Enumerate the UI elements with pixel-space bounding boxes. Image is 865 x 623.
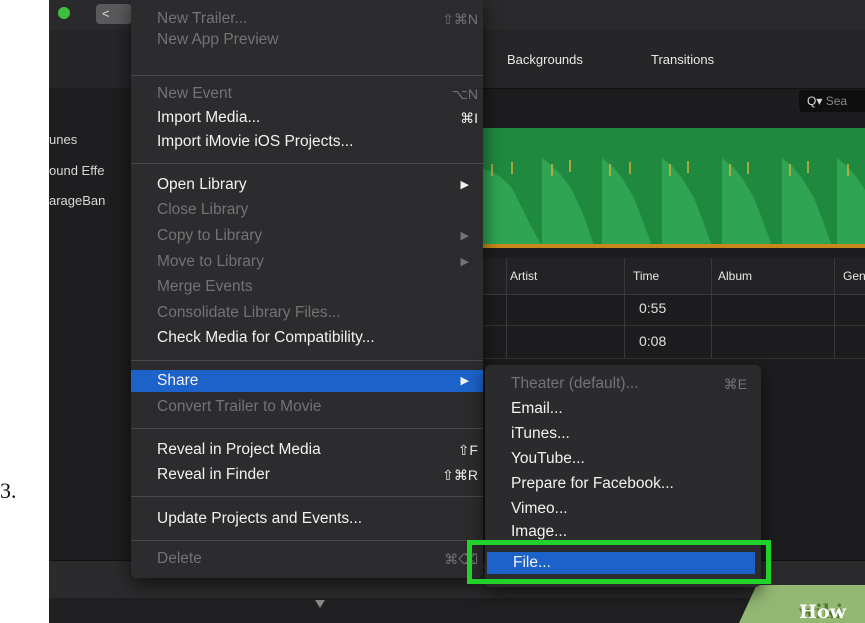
menu-item-close-library[interactable]: Close Library xyxy=(131,199,483,221)
row-divider xyxy=(482,325,865,326)
menu-separator xyxy=(131,496,483,497)
row-divider xyxy=(482,358,865,359)
menu-item-merge-events[interactable]: Merge Events xyxy=(131,276,483,298)
menu-item-new-app-preview[interactable]: New App Preview xyxy=(131,29,483,51)
table-cell-time: 0:55 xyxy=(639,300,667,316)
column-divider xyxy=(834,258,835,358)
column-header-time[interactable]: Time xyxy=(633,269,659,283)
playhead-marker[interactable] xyxy=(315,600,325,608)
search-icon: Q▾ xyxy=(807,94,823,108)
search-input[interactable]: Q▾ Sea xyxy=(799,90,865,112)
file-menu: New Trailer... ⇧⌘N New App Preview New Ev… xyxy=(131,0,483,578)
submenu-item-vimeo[interactable]: Vimeo... xyxy=(485,498,761,520)
menu-item-import-media[interactable]: Import Media... ⌘I xyxy=(131,107,483,129)
menu-item-reveal-in-finder[interactable]: Reveal in Finder ⇧⌘R xyxy=(131,464,483,486)
tab-backgrounds[interactable]: Backgrounds xyxy=(507,52,583,67)
menu-item-reveal-in-project-media[interactable]: Reveal in Project Media ⇧F xyxy=(131,439,483,461)
imovie-window: < Backgrounds Transitions Q▾ Sea unes ou… xyxy=(49,0,865,623)
submenu-arrow-icon: ▶ xyxy=(460,179,469,191)
submenu-arrow-icon: ▶ xyxy=(460,375,469,387)
menu-item-open-library[interactable]: Open Library ▶ xyxy=(131,174,483,196)
waveform-baseline xyxy=(482,244,865,248)
callout-highlight-box xyxy=(467,540,771,584)
menu-separator xyxy=(131,540,483,541)
column-header-album[interactable]: Album xyxy=(718,269,752,283)
menu-item-update-projects-events[interactable]: Update Projects and Events... xyxy=(131,508,483,530)
submenu-item-email[interactable]: Email... xyxy=(485,398,761,420)
submenu-item-theater[interactable]: Theater (default)... ⌘E xyxy=(485,373,761,395)
submenu-item-facebook[interactable]: Prepare for Facebook... xyxy=(485,473,761,495)
submenu-item-youtube[interactable]: YouTube... xyxy=(485,448,761,470)
window-zoom-button[interactable] xyxy=(58,7,70,19)
menu-item-move-to-library[interactable]: Move to Library ▶ xyxy=(131,251,483,273)
watermark-how: How xyxy=(799,601,846,623)
menu-separator xyxy=(131,75,483,76)
table-cell-time: 0:08 xyxy=(639,333,667,349)
column-divider xyxy=(624,258,625,358)
back-button[interactable]: < xyxy=(96,4,132,24)
audio-waveform[interactable] xyxy=(482,128,865,246)
sidebar-item-garageband[interactable]: arageBan xyxy=(49,193,105,208)
menu-item-share[interactable]: Share ▶ xyxy=(131,370,483,392)
menu-item-import-imovie-ios-projects[interactable]: Import iMovie iOS Projects... xyxy=(131,131,483,153)
menu-item-convert-trailer-to-movie[interactable]: Convert Trailer to Movie xyxy=(131,396,483,418)
menu-item-consolidate-library-files[interactable]: Consolidate Library Files... xyxy=(131,302,483,324)
menu-separator xyxy=(131,360,483,361)
column-header-genre[interactable]: Gen xyxy=(843,269,865,283)
menu-item-new-trailer[interactable]: New Trailer... ⇧⌘N xyxy=(131,8,483,30)
column-divider xyxy=(711,258,712,358)
menu-item-delete[interactable]: Delete ⌘⌫ xyxy=(131,548,483,570)
submenu-arrow-icon: ▶ xyxy=(460,256,469,268)
tab-transitions[interactable]: Transitions xyxy=(651,52,714,67)
sidebar-item-itunes[interactable]: unes xyxy=(49,132,77,147)
menu-item-copy-to-library[interactable]: Copy to Library ▶ xyxy=(131,225,483,247)
column-divider xyxy=(506,258,507,358)
menu-separator xyxy=(131,428,483,429)
wikihow-watermark: wiki How xyxy=(739,585,865,623)
submenu-item-itunes[interactable]: iTunes... xyxy=(485,423,761,445)
sidebar: unes ound Effe arageBan xyxy=(49,88,131,558)
menu-item-check-media-compatibility[interactable]: Check Media for Compatibility... xyxy=(131,327,483,349)
menu-separator xyxy=(131,163,483,164)
menu-item-new-event[interactable]: New Event ⌥N xyxy=(131,83,483,105)
submenu-arrow-icon: ▶ xyxy=(460,230,469,242)
table-header: Artist Time Album Gen xyxy=(482,258,865,295)
sidebar-item-sound-effects[interactable]: ound Effe xyxy=(49,163,104,178)
column-header-artist[interactable]: Artist xyxy=(510,269,537,283)
step-number: 3. xyxy=(0,478,17,503)
search-placeholder: Sea xyxy=(825,94,848,108)
